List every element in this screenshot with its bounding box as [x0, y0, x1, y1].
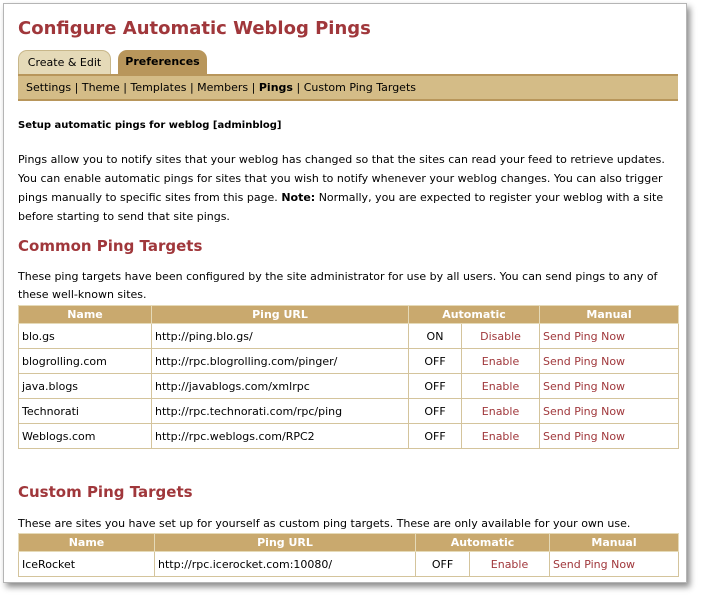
table-row: Weblogs.com http://rpc.weblogs.com/RPC2 …: [18, 423, 679, 449]
enable-link[interactable]: Enable: [461, 423, 540, 449]
target-url: http://javablogs.com/xmlrpc: [151, 373, 409, 399]
subnav-separator: |: [74, 81, 79, 94]
target-name: IceRocket: [18, 551, 155, 577]
auto-status: OFF: [408, 348, 462, 374]
column-header-automatic: Automatic: [408, 305, 540, 324]
table-row: blo.gs http://ping.blo.gs/ ON Disable Se…: [18, 323, 679, 349]
subnav-item-theme[interactable]: Theme: [82, 81, 120, 94]
subnav-separator: |: [189, 81, 194, 94]
send-ping-now-link[interactable]: Send Ping Now: [539, 398, 679, 424]
subnav-separator: |: [251, 81, 256, 94]
preferences-subnav: Settings | Theme | Templates | Members |…: [18, 74, 678, 101]
send-ping-now-link[interactable]: Send Ping Now: [549, 551, 679, 577]
common-targets-table: Name Ping URL Automatic Manual blo.gs ht…: [18, 305, 679, 449]
column-header-manual: Manual: [539, 305, 679, 324]
custom-targets-table: Name Ping URL Automatic Manual IceRocket…: [18, 533, 679, 577]
common-targets-heading: Common Ping Targets: [18, 237, 203, 255]
target-name: blo.gs: [18, 323, 152, 349]
tab-create-edit[interactable]: Create & Edit: [18, 50, 111, 74]
subnav-item-pings[interactable]: Pings: [259, 81, 293, 94]
column-header-manual: Manual: [549, 533, 679, 552]
target-name: Technorati: [18, 398, 152, 424]
column-header-name: Name: [18, 305, 152, 324]
enable-link[interactable]: Enable: [469, 551, 550, 577]
subnav-item-settings[interactable]: Settings: [26, 81, 71, 94]
browser-frame: Configure Automatic Weblog Pings Create …: [3, 3, 687, 583]
target-url: http://ping.blo.gs/: [151, 323, 409, 349]
subnav-item-custom-ping-targets[interactable]: Custom Ping Targets: [304, 81, 416, 94]
table-row: Technorati http://rpc.technorati.com/rpc…: [18, 398, 679, 424]
subnav-item-members[interactable]: Members: [197, 81, 248, 94]
send-ping-now-link[interactable]: Send Ping Now: [539, 373, 679, 399]
target-name: blogrolling.com: [18, 348, 152, 374]
enable-link[interactable]: Enable: [461, 348, 540, 374]
auto-status: OFF: [408, 423, 462, 449]
note-label: Note:: [281, 191, 316, 204]
common-targets-description: These ping targets have been configured …: [18, 270, 658, 301]
subnav-separator: |: [123, 81, 128, 94]
page-title: Configure Automatic Weblog Pings: [18, 18, 371, 39]
auto-status: ON: [408, 323, 462, 349]
column-header-automatic: Automatic: [415, 533, 550, 552]
custom-targets-heading: Custom Ping Targets: [18, 483, 193, 501]
table-header-row: Name Ping URL Automatic Manual: [18, 305, 679, 324]
target-name: Weblogs.com: [18, 423, 152, 449]
column-header-url: Ping URL: [151, 305, 409, 324]
setup-heading: Setup automatic pings for weblog [adminb…: [18, 120, 282, 131]
send-ping-now-link[interactable]: Send Ping Now: [539, 348, 679, 374]
target-url: http://rpc.icerocket.com:10080/: [154, 551, 416, 577]
subnav-item-templates[interactable]: Templates: [131, 81, 187, 94]
enable-link[interactable]: Enable: [461, 398, 540, 424]
auto-status: OFF: [408, 373, 462, 399]
column-header-name: Name: [18, 533, 155, 552]
send-ping-now-link[interactable]: Send Ping Now: [539, 323, 679, 349]
table-row: IceRocket http://rpc.icerocket.com:10080…: [18, 551, 679, 577]
table-row: blogrolling.com http://rpc.blogrolling.c…: [18, 348, 679, 374]
subnav-separator: |: [296, 81, 301, 94]
target-url: http://rpc.blogrolling.com/pinger/: [151, 348, 409, 374]
enable-link[interactable]: Enable: [461, 373, 540, 399]
target-url: http://rpc.weblogs.com/RPC2: [151, 423, 409, 449]
target-name: java.blogs: [18, 373, 152, 399]
tab-preferences[interactable]: Preferences: [118, 50, 207, 74]
auto-status: OFF: [408, 398, 462, 424]
disable-link[interactable]: Disable: [461, 323, 540, 349]
custom-targets-description: These are sites you have set up for your…: [18, 517, 631, 530]
column-header-url: Ping URL: [154, 533, 416, 552]
auto-status: OFF: [415, 551, 470, 577]
send-ping-now-link[interactable]: Send Ping Now: [539, 423, 679, 449]
target-url: http://rpc.technorati.com/rpc/ping: [151, 398, 409, 424]
table-header-row: Name Ping URL Automatic Manual: [18, 533, 679, 552]
table-row: java.blogs http://javablogs.com/xmlrpc O…: [18, 373, 679, 399]
intro-paragraph: Pings allow you to notify sites that you…: [18, 150, 678, 226]
